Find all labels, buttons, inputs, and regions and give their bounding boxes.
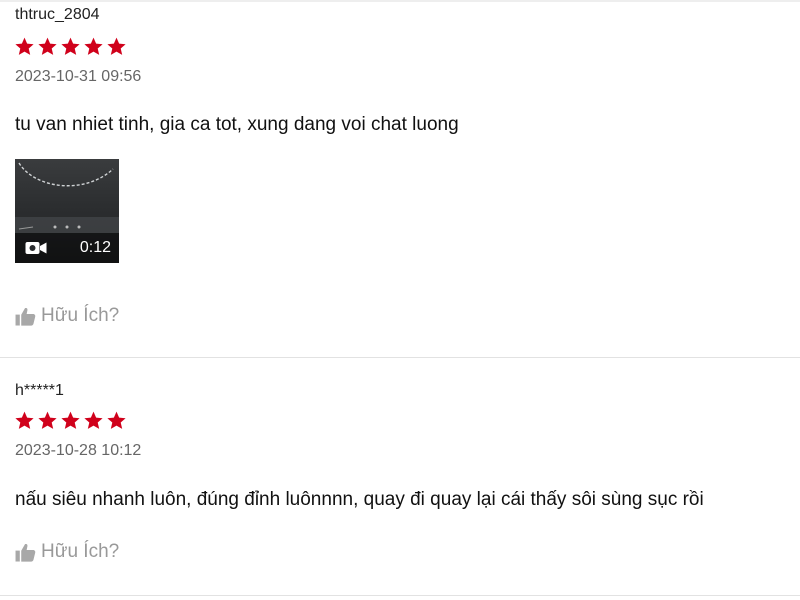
star-icon bbox=[38, 37, 57, 55]
thumbs-up-icon bbox=[15, 307, 36, 326]
star-icon bbox=[107, 411, 126, 429]
star-icon bbox=[15, 37, 34, 55]
video-camera-icon bbox=[25, 242, 47, 254]
thumbs-up-icon bbox=[15, 543, 36, 562]
star-rating bbox=[14, 36, 127, 57]
review-username: thtruc_2804 bbox=[15, 6, 100, 23]
video-duration: 0:12 bbox=[79, 239, 111, 256]
star-icon bbox=[15, 411, 34, 429]
helpful-label: Hữu Ích? bbox=[41, 305, 120, 326]
review-comment: nấu siêu nhanh luôn, đúng đỉnh luônnnn, … bbox=[15, 489, 704, 510]
review-comment: tu van nhiet tinh, gia ca tot, xung dang… bbox=[15, 114, 459, 135]
helpful-label: Hữu Ích? bbox=[41, 541, 120, 562]
star-icon bbox=[61, 37, 80, 55]
review-item: h*****1 2023-10-28 10:12 nấu siêu nhanh … bbox=[0, 359, 800, 595]
review-date: 2023-10-28 10:12 bbox=[15, 442, 142, 459]
review-date: 2023-10-31 09:56 bbox=[15, 68, 142, 85]
review-item: thtruc_2804 2023-10-31 09:56 tu van nhie… bbox=[0, 0, 800, 358]
review-divider bbox=[0, 357, 800, 358]
review-divider bbox=[0, 595, 800, 596]
star-icon bbox=[61, 411, 80, 429]
helpful-button[interactable]: Hữu Ích? bbox=[15, 305, 119, 327]
star-icon bbox=[38, 411, 57, 429]
helpful-button[interactable]: Hữu Ích? bbox=[15, 541, 119, 563]
review-username: h*****1 bbox=[15, 382, 64, 399]
review-video-thumbnail[interactable]: 0:12 bbox=[15, 159, 119, 263]
star-rating bbox=[14, 410, 127, 431]
star-icon bbox=[107, 37, 126, 55]
star-icon bbox=[84, 411, 103, 429]
star-icon bbox=[84, 37, 103, 55]
